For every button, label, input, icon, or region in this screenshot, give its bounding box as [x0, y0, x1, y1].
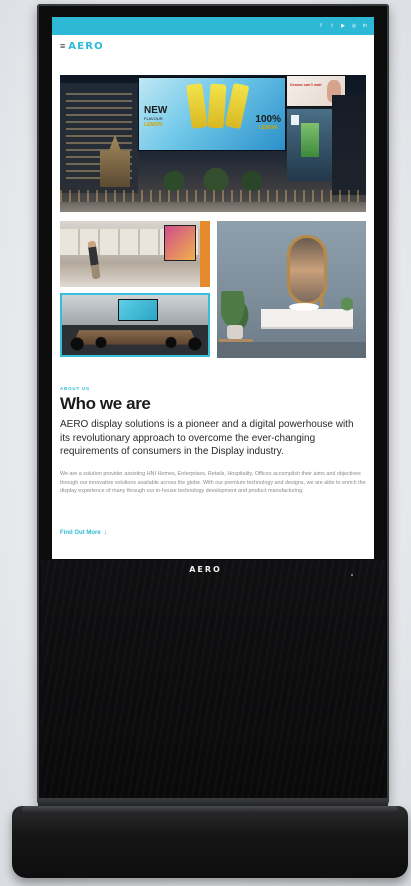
tap	[320, 293, 323, 307]
billboard-small-text: Drama can't wait	[290, 82, 322, 87]
kiosk-screen: f t ▶ ◎ in ≡ AERO NEW FLAVOUR LEMON 100%…	[52, 17, 374, 559]
youtube-icon[interactable]: ▶	[340, 23, 346, 29]
ad-lemon-text-2: LEMON	[258, 125, 277, 131]
billboard-drink-ad: NEW FLAVOUR LEMON 100% LEMON	[138, 77, 286, 151]
chairs	[66, 323, 206, 353]
section-lead: AERO display solutions is a pioneer and …	[60, 419, 354, 457]
small-plant	[341, 297, 353, 311]
hero-image-billboard-city: NEW FLAVOUR LEMON 100% LEMON Drama can't…	[60, 75, 366, 212]
cta-label: Find Out More	[60, 529, 101, 536]
instagram-icon[interactable]: ◎	[351, 23, 357, 29]
can	[224, 82, 250, 130]
section-eyebrow: ABOUT US	[60, 386, 90, 391]
ad-flavour-text: FLAVOUR	[144, 116, 163, 121]
ad-percent-text: 100%	[255, 114, 281, 125]
brand-logo[interactable]: AERO	[68, 41, 104, 52]
sink	[289, 303, 319, 311]
image-bathroom-mirror-display	[217, 221, 366, 358]
kiosk-lower-panel	[41, 560, 385, 800]
image-conference-room	[60, 293, 210, 357]
ad-new-text: NEW	[144, 105, 168, 116]
kiosk-base	[12, 806, 408, 878]
ad-lemon-text: LEMON	[144, 122, 163, 128]
can	[186, 83, 208, 129]
site-header: ≡ AERO	[52, 35, 374, 57]
mall-screen	[164, 225, 196, 261]
can	[207, 83, 227, 129]
social-topbar: f t ▶ ◎ in	[52, 17, 374, 35]
building-right	[332, 95, 366, 195]
arrow-down-icon: ↓	[103, 529, 108, 536]
trees	[150, 167, 270, 191]
hamburger-menu-icon[interactable]: ≡	[60, 41, 65, 51]
kiosk-power-led	[351, 574, 353, 576]
image-mall-display	[60, 221, 210, 287]
find-out-more-link[interactable]: Find Out More ↓	[60, 529, 107, 536]
digital-tower	[287, 109, 333, 181]
section-title: Who we are	[60, 394, 151, 413]
linkedin-icon[interactable]: in	[362, 23, 368, 29]
kiosk-logo: AERO	[189, 565, 222, 574]
road	[60, 202, 366, 212]
kiosk-base-rim	[22, 806, 398, 812]
twitter-icon[interactable]: t	[329, 23, 335, 29]
facebook-icon[interactable]: f	[318, 23, 324, 29]
plant-pot	[227, 325, 243, 339]
section-body: We are a solution provider assisting HNI…	[60, 471, 366, 495]
conference-screen	[118, 299, 158, 321]
vanity	[261, 309, 353, 329]
